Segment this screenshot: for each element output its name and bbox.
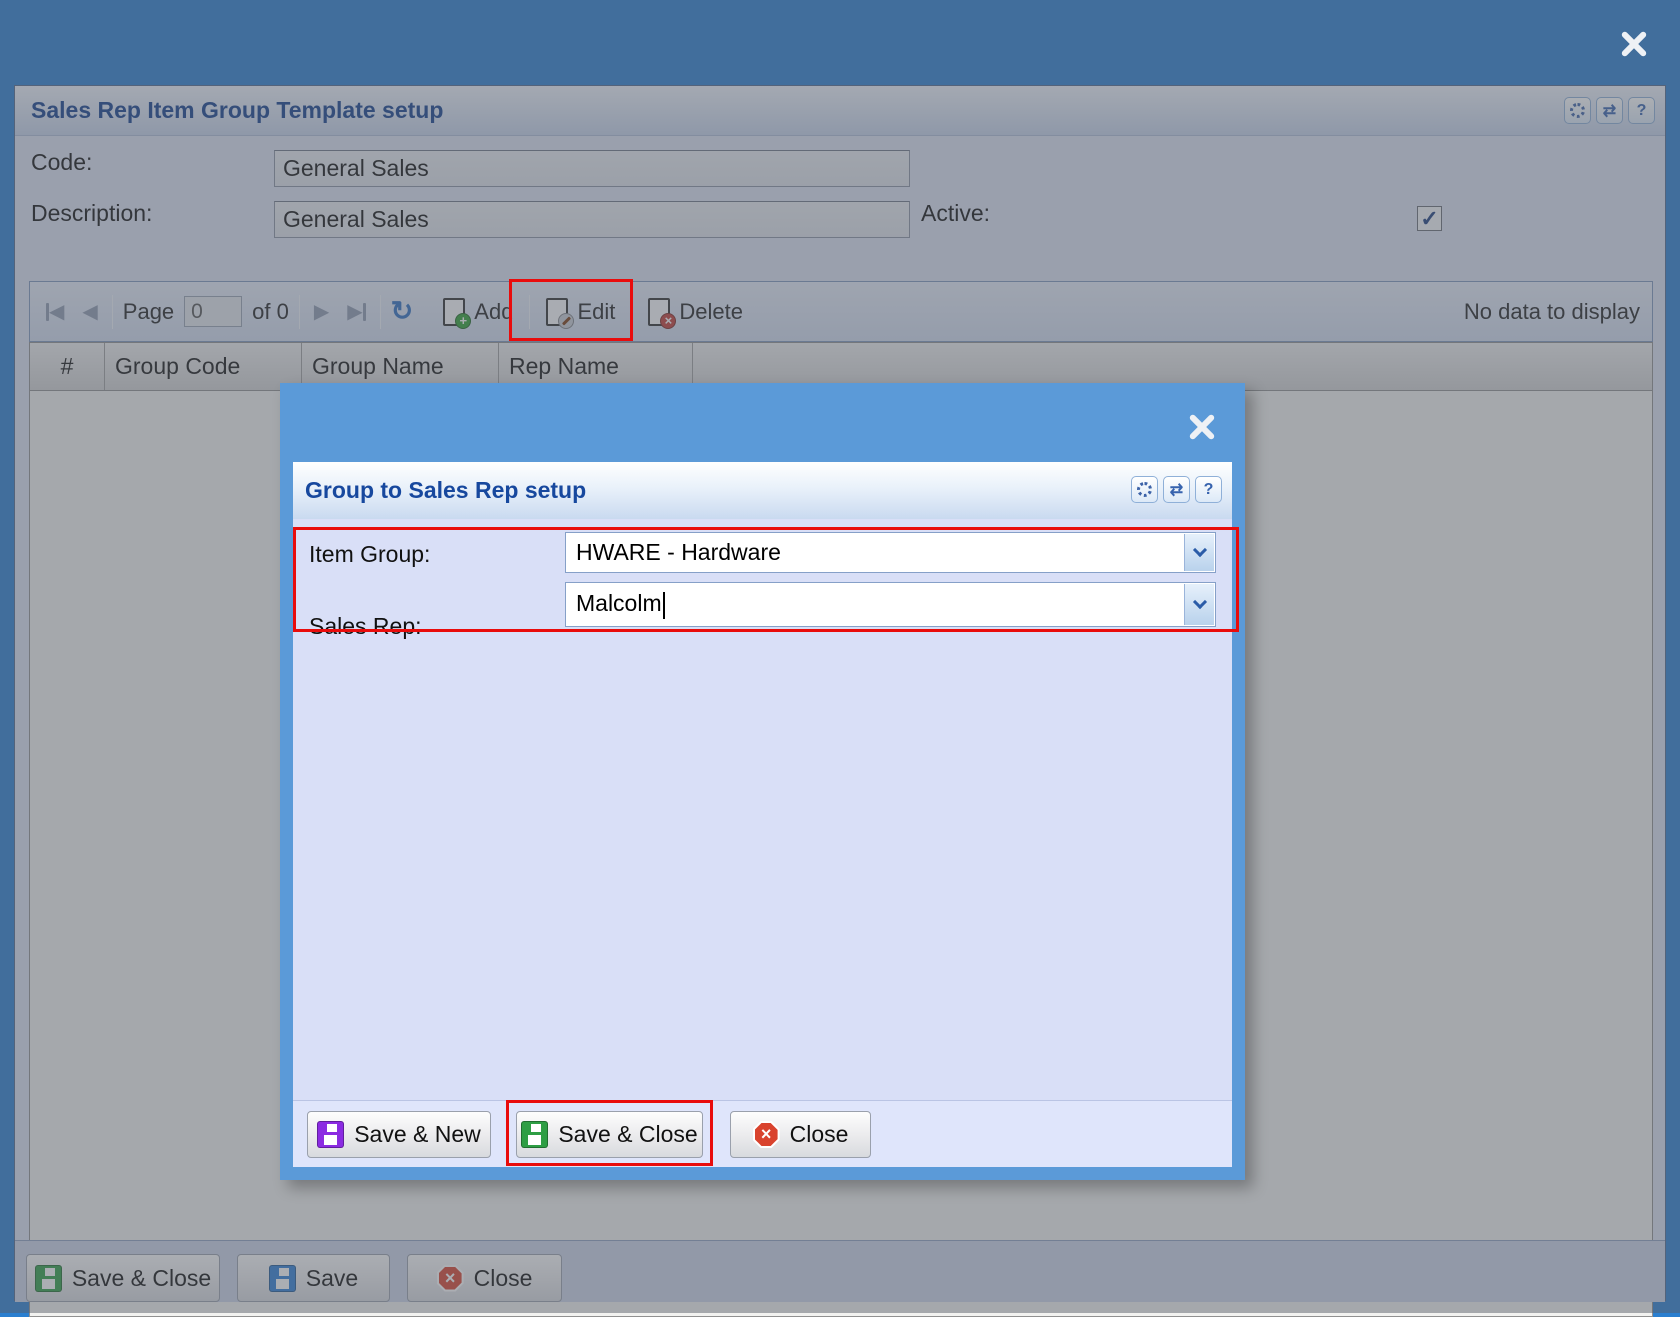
inner-dialog-title: Group to Sales Rep setup (305, 477, 586, 504)
inner-dialog-body: Item Group: HWARE - Hardware Sales Rep: … (293, 519, 1232, 1100)
item-group-value: HWARE - Hardware (566, 539, 1183, 566)
inner-save-close-button[interactable]: Save & Close (516, 1111, 703, 1158)
save-floppy-icon (521, 1121, 548, 1148)
inner-save-close-label: Save & Close (558, 1121, 697, 1148)
text-caret (663, 592, 665, 619)
inner-dialog: Group to Sales Rep setup ⇄ ? Item Group:… (280, 383, 1245, 1180)
save-floppy-icon (317, 1121, 344, 1148)
chevron-down-icon (1192, 595, 1206, 609)
inner-dialog-header: Group to Sales Rep setup ⇄ ? (293, 462, 1232, 519)
sales-rep-dropdown-button[interactable] (1184, 584, 1214, 625)
inner-close-label: Close (790, 1121, 849, 1148)
window-close-icon[interactable] (1620, 30, 1648, 58)
inner-close-button[interactable]: × Close (730, 1111, 871, 1158)
inner-footer-bar: Save & New Save & Close × Close (293, 1100, 1232, 1167)
item-group-label: Item Group: (309, 541, 430, 568)
gear-icon (1137, 482, 1152, 497)
sales-rep-combobox[interactable]: Malcolm (565, 582, 1216, 627)
inner-help-button[interactable]: ? (1195, 476, 1222, 503)
sales-rep-label: Sales Rep: (309, 613, 422, 640)
item-group-combobox[interactable]: HWARE - Hardware (565, 532, 1216, 573)
chevron-down-icon (1192, 543, 1206, 557)
inner-refresh-button[interactable]: ⇄ (1163, 476, 1190, 503)
close-octagon-icon: × (753, 1121, 780, 1148)
page: { "backdrop": { "note": "modal backdrop"… (0, 0, 1680, 1313)
inner-save-new-label: Save & New (354, 1121, 481, 1148)
item-group-dropdown-button[interactable] (1184, 534, 1214, 571)
inner-save-new-button[interactable]: Save & New (307, 1111, 491, 1158)
inner-settings-button[interactable] (1131, 476, 1158, 503)
help-icon: ? (1204, 481, 1214, 499)
inner-dialog-close-icon[interactable] (1188, 413, 1216, 441)
refresh-icon: ⇄ (1170, 480, 1183, 500)
sales-rep-value: Malcolm (566, 590, 1183, 618)
